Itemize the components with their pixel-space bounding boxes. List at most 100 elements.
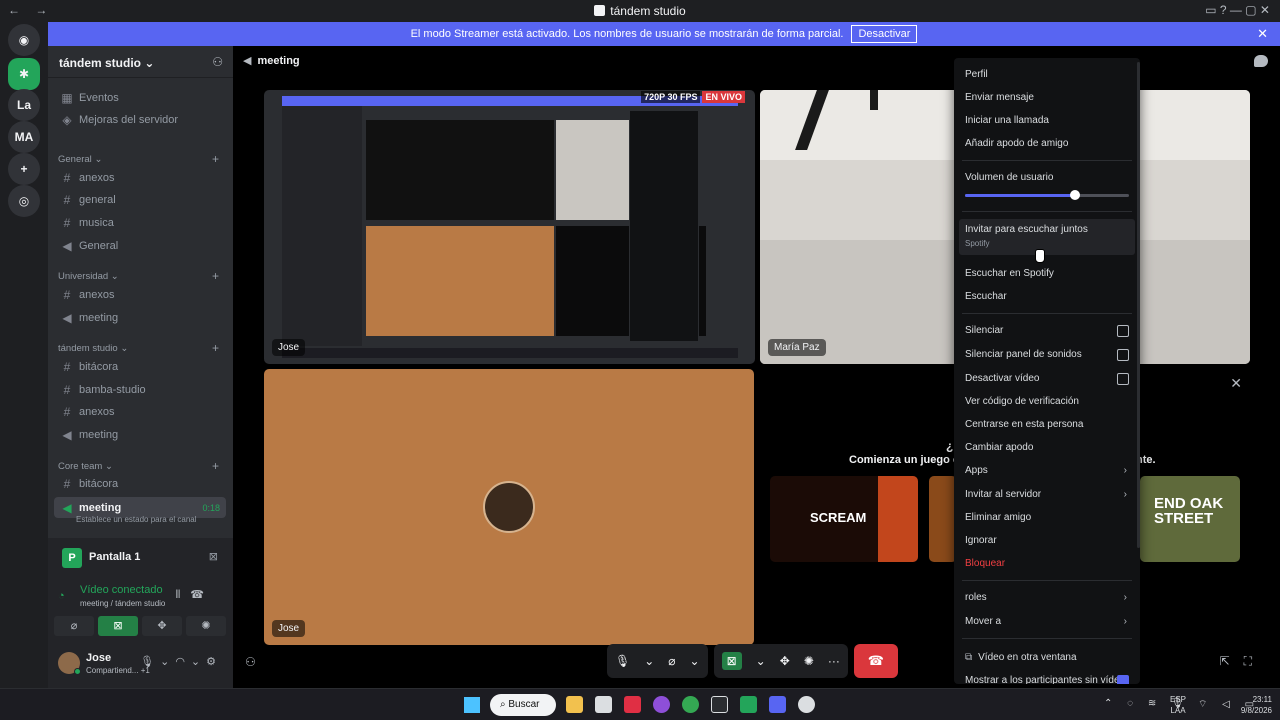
tandem-server-icon[interactable]: ✱: [8, 58, 40, 90]
chevron-down-icon[interactable]: ⌄: [644, 654, 654, 668]
chevron-down-icon[interactable]: ⌄: [756, 654, 766, 668]
game-card[interactable]: SCREAM: [770, 476, 918, 562]
menu-item-invitar-escuchar[interactable]: Invitar para escuchar juntos Spotify: [959, 219, 1135, 255]
channel-bitacora[interactable]: # bitácora: [54, 473, 226, 494]
language-indicator[interactable]: ESP LAA: [1170, 694, 1186, 716]
taskbar-search[interactable]: ⌕ Buscar: [490, 694, 556, 716]
menu-item-roles[interactable]: roles ›: [959, 587, 1135, 609]
server-la[interactable]: La: [8, 89, 40, 121]
game-card[interactable]: [929, 476, 957, 562]
menu-item-silenciar[interactable]: Silenciar: [959, 320, 1135, 342]
menu-item-enviar-mensaje[interactable]: Enviar mensaje: [959, 87, 1135, 109]
channel-status-hint[interactable]: Establece un estado para el canal: [76, 515, 197, 524]
noise-and-disconnect-icons[interactable]: ⫴☎: [176, 588, 214, 602]
menu-item-cambiar-apodo[interactable]: Cambiar apodo: [959, 437, 1135, 459]
app-icon[interactable]: [711, 696, 728, 713]
sidebar-item-boosts[interactable]: ◈ Mejoras del servidor: [54, 109, 226, 130]
connection-subtitle[interactable]: meeting / tándem studio: [80, 599, 165, 608]
activities-button[interactable]: ✥: [142, 616, 182, 636]
soundboard-button[interactable]: ✺: [186, 616, 226, 636]
server-ma[interactable]: MA: [8, 121, 40, 153]
menu-item-escuchar[interactable]: Escuchar: [959, 286, 1135, 308]
file-explorer-icon[interactable]: [566, 696, 583, 713]
menu-item-mostrar-sin-video[interactable]: Mostrar a los participantes sin vídeo: [959, 670, 1135, 684]
chrome-icon[interactable]: [682, 696, 699, 713]
share-screen-button[interactable]: ⊠: [98, 616, 138, 636]
menu-item-invitar-servidor[interactable]: Invitar al servidor ›: [959, 484, 1135, 506]
share-screen-icon[interactable]: ⊠: [721, 652, 742, 670]
stop-screen-icon[interactable]: ⊠: [209, 550, 218, 563]
menu-item-codigo-verificacion[interactable]: Ver código de verificación: [959, 391, 1135, 413]
menu-item-apodo-amigo[interactable]: Añadir apodo de amigo: [959, 133, 1135, 155]
mic-icon[interactable]: 🎙: [615, 654, 630, 668]
screen-share-card[interactable]: P Pantalla 1 ⊠: [54, 538, 226, 578]
menu-item-desactivar-video[interactable]: Desactivar vídeo: [959, 368, 1135, 390]
chevron-down-icon[interactable]: ⌄: [690, 654, 700, 668]
discord-home-icon[interactable]: ◉: [8, 24, 40, 56]
menu-item-centrarse[interactable]: Centrarse en esta persona: [959, 414, 1135, 436]
menu-item-iniciar-llamada[interactable]: Iniciar una llamada: [959, 110, 1135, 132]
windows-start-icon[interactable]: [464, 697, 480, 713]
category-tandem-studio[interactable]: tándem studio ⌄ +: [58, 341, 223, 355]
channel-general-voice[interactable]: ◀ General: [54, 235, 226, 256]
menu-item-video-otra-ventana[interactable]: ⧉ Vídeo en otra ventana: [959, 647, 1135, 669]
camera-off-button[interactable]: ⌀: [54, 616, 94, 636]
acrobat-icon[interactable]: [624, 696, 641, 713]
checkbox[interactable]: [1117, 325, 1129, 337]
channel-musica[interactable]: # musica: [54, 212, 226, 233]
menu-item-bloquear[interactable]: Bloquear: [959, 553, 1135, 575]
add-channel-icon[interactable]: +: [212, 341, 219, 355]
menu-item-mover-a[interactable]: Mover a ›: [959, 611, 1135, 633]
channel-meeting[interactable]: ◀ meeting: [54, 424, 226, 445]
channel-anexos[interactable]: # anexos: [54, 284, 226, 305]
more-icon[interactable]: ···: [828, 654, 840, 668]
menu-item-escuchar-spotify[interactable]: Escuchar en Spotify: [959, 263, 1135, 285]
sidebar-item-events[interactable]: ▦ Eventos: [54, 87, 226, 108]
discord-icon[interactable]: [769, 696, 786, 713]
settings-icon[interactable]: [798, 696, 815, 713]
checkbox-checked[interactable]: [1117, 675, 1129, 684]
checkbox[interactable]: [1117, 349, 1129, 361]
signal-icon[interactable]: ◔: [58, 590, 65, 602]
invite-icon[interactable]: ⚇: [212, 55, 223, 69]
add-channel-icon[interactable]: +: [212, 152, 219, 166]
menu-item-ignorar[interactable]: Ignorar: [959, 530, 1135, 552]
deactivate-button[interactable]: Desactivar: [851, 25, 918, 43]
category-core-team[interactable]: Core team ⌄ +: [58, 459, 223, 473]
camera-off-icon[interactable]: ⌀: [668, 654, 675, 668]
invite-people-icon[interactable]: ⚇: [245, 655, 256, 669]
menu-item-silenciar-sonidos[interactable]: Silenciar panel de sonidos: [959, 344, 1135, 366]
channel-anexos[interactable]: # anexos: [54, 167, 226, 188]
menu-item-perfil[interactable]: Perfil: [959, 64, 1135, 86]
add-channel-icon[interactable]: +: [212, 459, 219, 473]
explore-icon[interactable]: ◎: [8, 185, 40, 217]
game-card[interactable]: END OAK STREET: [1140, 476, 1240, 562]
screen-share-tile[interactable]: 720P 30 FPS EN VIVO Jose: [264, 90, 755, 364]
channel-bamba-studio[interactable]: # bamba-studio: [54, 379, 226, 400]
clock[interactable]: 23:11 9/8/2026: [1232, 694, 1272, 716]
avatar-tile[interactable]: Jose: [264, 369, 754, 645]
add-channel-icon[interactable]: +: [212, 269, 219, 283]
banner-close-icon[interactable]: ✕: [1257, 26, 1268, 42]
disconnect-button[interactable]: ☎: [853, 644, 898, 678]
channel-general[interactable]: # general: [54, 189, 226, 210]
app-icon[interactable]: [653, 696, 670, 713]
channel-anexos[interactable]: # anexos: [54, 401, 226, 422]
menu-item-apps[interactable]: Apps ›: [959, 460, 1135, 482]
channel-bitacora[interactable]: # bitácora: [54, 356, 226, 377]
popout-fullscreen-icons[interactable]: ⇱⛶: [1220, 654, 1266, 669]
add-server-icon[interactable]: +: [8, 153, 40, 185]
slider-handle[interactable]: [1069, 190, 1080, 200]
server-name-header[interactable]: tándem studio ⌄ ⚇: [48, 46, 233, 78]
category-general[interactable]: General ⌄ +: [58, 152, 223, 166]
menu-scrollbar[interactable]: [1137, 62, 1140, 548]
app-icon[interactable]: [740, 696, 757, 713]
app-icon[interactable]: [595, 696, 612, 713]
soundboard-icon[interactable]: ✺: [804, 654, 814, 668]
user-controls[interactable]: 🎙⌄◠⌄⚙: [140, 655, 222, 668]
user-volume-slider[interactable]: [965, 190, 1129, 200]
activities-icon[interactable]: ✥: [780, 654, 790, 668]
category-universidad[interactable]: Universidad ⌄ +: [58, 269, 223, 283]
menu-item-eliminar-amigo[interactable]: Eliminar amigo: [959, 507, 1135, 529]
close-icon[interactable]: ✕: [1230, 375, 1242, 392]
